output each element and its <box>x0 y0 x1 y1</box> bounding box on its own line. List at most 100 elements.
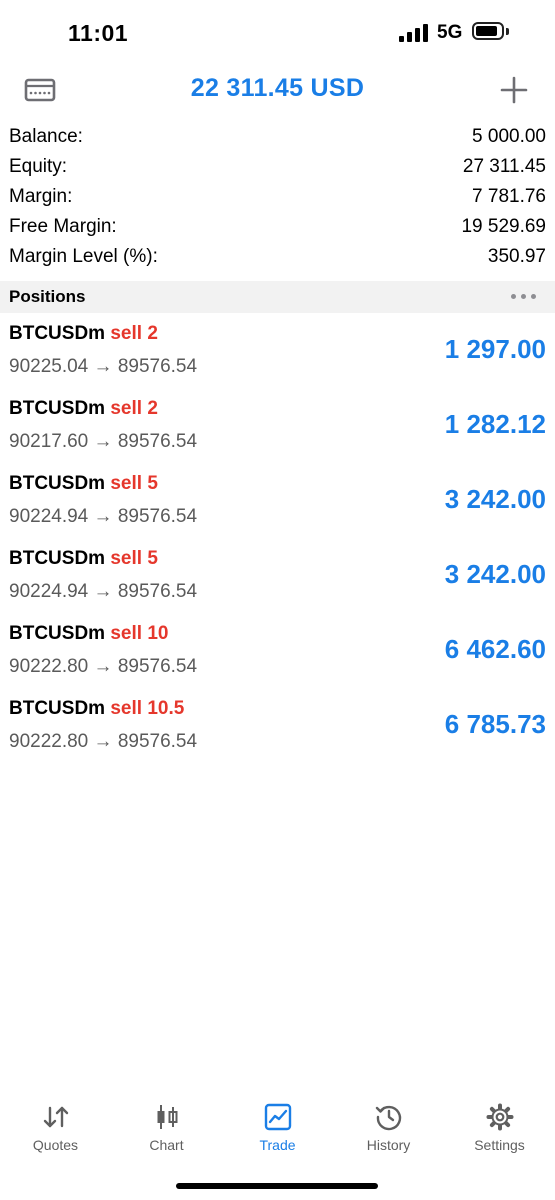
position-prices: 90224.94 → 89576.54 <box>9 581 197 603</box>
positions-title: Positions <box>9 287 86 306</box>
summary-row-margin-level: Margin Level (%): 350.97 <box>0 242 555 272</box>
summary-row-equity: Equity: 27 311.45 <box>0 152 555 182</box>
position-symbol: BTCUSDm <box>9 473 106 494</box>
status-time: 11:01 <box>68 20 129 46</box>
tab-label: Quotes <box>32 1137 79 1153</box>
position-symbol: BTCUSDm <box>9 698 106 719</box>
position-profit: 1 297.00 <box>444 334 546 364</box>
summary-value: 7 781.76 <box>472 186 546 207</box>
open-price: 90224.94 <box>9 506 89 527</box>
position-symbol: BTCUSDm <box>9 548 106 569</box>
position-symbol: BTCUSDm <box>9 623 106 644</box>
summary-row-margin: Margin: 7 781.76 <box>0 182 555 212</box>
tab-label: Chart <box>149 1137 184 1153</box>
summary-label: Margin: <box>9 186 73 207</box>
history-icon <box>375 1105 401 1131</box>
account-summary: Balance: 5 000.00 Equity: 27 311.45 Marg… <box>0 122 555 272</box>
summary-label: Margin Level (%): <box>9 246 158 267</box>
position-header: BTCUSDm sell 5 <box>9 548 158 570</box>
gear-icon <box>486 1103 513 1131</box>
tab-chart[interactable]: Chart <box>111 1090 222 1160</box>
tab-settings[interactable]: Settings <box>444 1090 555 1160</box>
arrow-icon: → <box>93 506 113 527</box>
more-options-button[interactable] <box>508 290 540 304</box>
battery-cap <box>506 28 509 35</box>
position-symbol: BTCUSDm <box>9 323 106 344</box>
tab-label: Trade <box>259 1137 296 1153</box>
position-profit: 6 785.73 <box>444 709 546 739</box>
position-side: sell 2 <box>110 398 158 419</box>
more-dots-icon <box>511 294 516 299</box>
position-row[interactable]: BTCUSDm sell 10.5 90222.80 → 89576.54 6 … <box>0 693 555 768</box>
position-side: sell 2 <box>110 323 158 344</box>
position-profit: 1 282.12 <box>444 409 546 439</box>
position-prices: 90222.80 → 89576.54 <box>9 731 197 753</box>
position-symbol: BTCUSDm <box>9 398 106 419</box>
positions-list: BTCUSDm sell 2 90225.04 → 89576.54 1 297… <box>0 318 555 768</box>
cellular-signal-icon <box>399 24 429 42</box>
arrow-icon: → <box>93 731 113 752</box>
current-price: 89576.54 <box>117 581 198 602</box>
header: 22 311.45 USD <box>0 64 555 116</box>
more-dots-icon <box>531 294 536 299</box>
current-price: 89576.54 <box>117 356 198 377</box>
position-header: BTCUSDm sell 5 <box>9 473 158 495</box>
open-price: 90217.60 <box>9 431 89 452</box>
summary-value: 27 311.45 <box>462 156 546 177</box>
home-indicator[interactable] <box>176 1183 378 1189</box>
battery-icon <box>472 22 504 40</box>
network-type: 5G <box>437 22 463 43</box>
new-order-button[interactable] <box>496 72 532 108</box>
summary-label: Balance: <box>9 126 83 147</box>
open-price: 90225.04 <box>9 356 89 377</box>
current-price: 89576.54 <box>117 506 198 527</box>
tab-quotes[interactable]: Quotes <box>0 1090 111 1160</box>
position-profit: 3 242.00 <box>444 559 546 589</box>
position-prices: 90225.04 → 89576.54 <box>9 356 197 378</box>
arrow-icon: → <box>93 356 113 377</box>
quotes-icon <box>43 1106 68 1128</box>
open-price: 90222.80 <box>9 731 89 752</box>
position-profit: 3 242.00 <box>444 484 546 514</box>
arrow-icon: → <box>93 656 113 677</box>
arrow-icon: → <box>93 431 113 452</box>
positions-section-header: Positions <box>0 281 555 313</box>
tab-bar: Quotes Chart Trade History Settings <box>0 1090 555 1170</box>
position-row[interactable]: BTCUSDm sell 2 90225.04 → 89576.54 1 297… <box>0 318 555 393</box>
position-prices: 90217.60 → 89576.54 <box>9 431 197 453</box>
current-price: 89576.54 <box>117 431 198 452</box>
position-header: BTCUSDm sell 2 <box>9 398 158 420</box>
summary-label: Free Margin: <box>9 216 117 237</box>
summary-value: 5 000.00 <box>472 126 546 147</box>
position-row[interactable]: BTCUSDm sell 5 90224.94 → 89576.54 3 242… <box>0 468 555 543</box>
plus-icon <box>500 76 528 104</box>
position-prices: 90224.94 → 89576.54 <box>9 506 197 528</box>
position-header: BTCUSDm sell 10.5 <box>9 698 184 720</box>
summary-value: 350.97 <box>487 246 546 267</box>
position-side: sell 10.5 <box>110 698 185 719</box>
summary-row-free-margin: Free Margin: 19 529.69 <box>0 212 555 242</box>
summary-row-balance: Balance: 5 000.00 <box>0 122 555 152</box>
status-bar: 11:01 5G <box>0 0 555 64</box>
tab-label: Settings <box>474 1137 525 1153</box>
summary-value: 19 529.69 <box>461 216 546 237</box>
open-price: 90222.80 <box>9 656 89 677</box>
position-side: sell 5 <box>110 548 158 569</box>
tab-history[interactable]: History <box>333 1090 444 1160</box>
open-price: 90224.94 <box>9 581 89 602</box>
tab-label: History <box>366 1137 411 1153</box>
current-price: 89576.54 <box>117 731 198 752</box>
position-side: sell 5 <box>110 473 158 494</box>
chart-icon <box>157 1105 177 1129</box>
position-row[interactable]: BTCUSDm sell 10 90222.80 → 89576.54 6 46… <box>0 618 555 693</box>
position-row[interactable]: BTCUSDm sell 5 90224.94 → 89576.54 3 242… <box>0 543 555 618</box>
position-prices: 90222.80 → 89576.54 <box>9 656 197 678</box>
more-dots-icon <box>521 294 526 299</box>
account-balance-title[interactable]: 22 311.45 USD <box>0 74 555 103</box>
trade-icon <box>264 1103 291 1131</box>
current-price: 89576.54 <box>117 656 198 677</box>
position-row[interactable]: BTCUSDm sell 2 90217.60 → 89576.54 1 282… <box>0 393 555 468</box>
tab-trade[interactable]: Trade <box>222 1090 333 1160</box>
position-header: BTCUSDm sell 2 <box>9 323 158 345</box>
position-profit: 6 462.60 <box>444 634 546 664</box>
